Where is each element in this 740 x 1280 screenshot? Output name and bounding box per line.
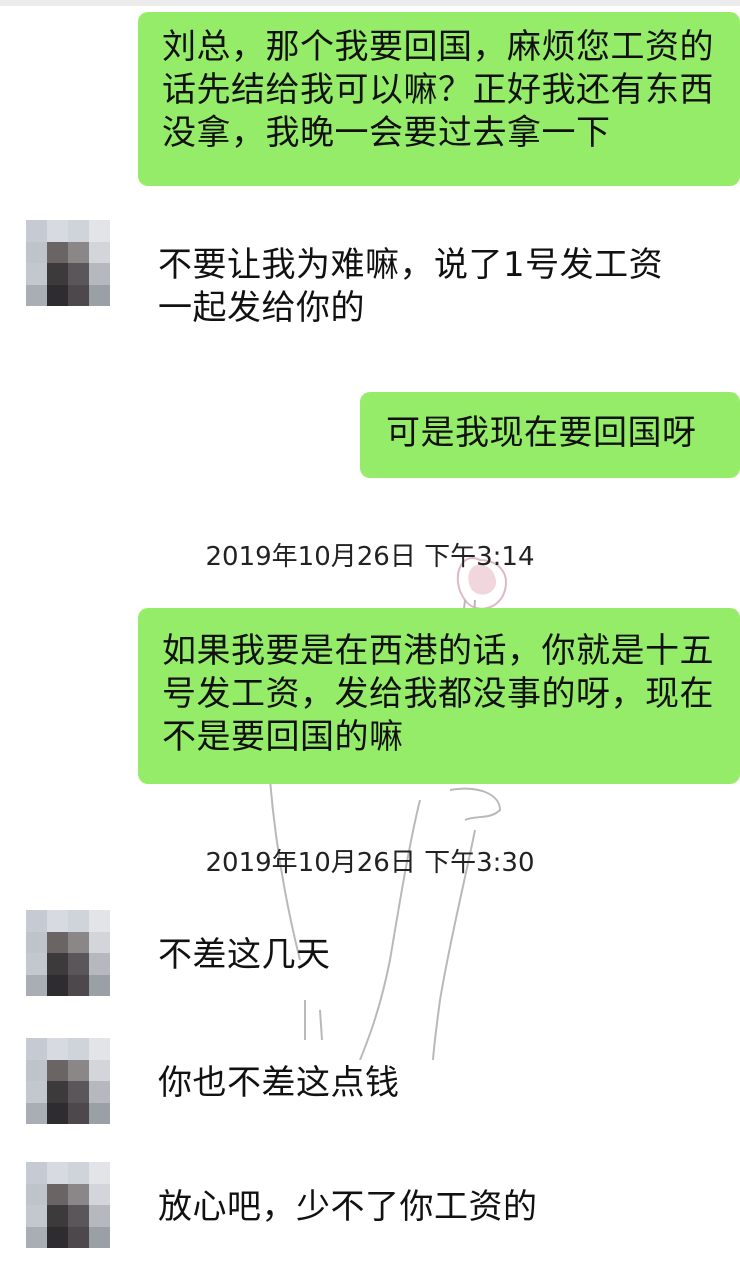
- outgoing-message-bubble[interactable]: 刘总，那个我要回国，麻烦您工资的话先结给我可以嘛？正好我还有东西没拿，我晚一会要…: [138, 12, 740, 186]
- message-text: 如果我要是在西港的话，你就是十五号发工资，发给我都没事的呀，现在不是要回国的嘛: [162, 631, 714, 757]
- message-text: 你也不差这点钱: [158, 1063, 400, 1103]
- contact-avatar[interactable]: [26, 910, 110, 996]
- message-text: 刘总，那个我要回国，麻烦您工资的话先结给我可以嘛？正好我还有东西没拿，我晚一会要…: [162, 27, 714, 153]
- message-text: 不要让我为难嘛，说了1号发工资一起发给你的: [158, 245, 664, 328]
- message-text: 放心吧，少不了你工资的: [158, 1187, 538, 1227]
- top-edge: [0, 0, 740, 6]
- chat-timestamp: 2019年10月26日 下午3:14: [205, 542, 535, 572]
- chat-timestamp: 2019年10月26日 下午3:30: [205, 848, 535, 878]
- incoming-message-bubble[interactable]: 不差这几天: [140, 914, 440, 994]
- contact-avatar[interactable]: [26, 1038, 110, 1124]
- outgoing-message-bubble[interactable]: 可是我现在要回国呀: [360, 392, 740, 478]
- contact-avatar[interactable]: [26, 220, 110, 306]
- outgoing-message-bubble[interactable]: 如果我要是在西港的话，你就是十五号发工资，发给我都没事的呀，现在不是要回国的嘛: [138, 608, 740, 784]
- incoming-message-bubble[interactable]: 你也不差这点钱: [140, 1042, 480, 1122]
- incoming-message-bubble[interactable]: 不要让我为难嘛，说了1号发工资一起发给你的: [140, 224, 700, 334]
- message-text: 可是我现在要回国呀: [386, 413, 697, 453]
- message-text: 不差这几天: [158, 935, 331, 975]
- contact-avatar[interactable]: [26, 1162, 110, 1248]
- incoming-message-bubble[interactable]: 放心吧，少不了你工资的: [140, 1166, 600, 1246]
